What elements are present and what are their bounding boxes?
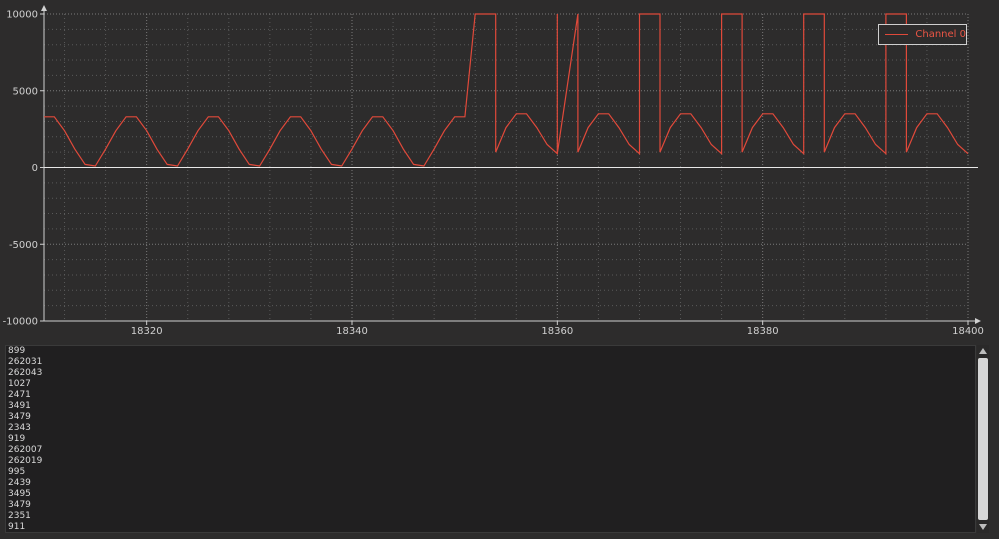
y-tick-label: -5000 — [9, 240, 38, 251]
x-tick-label: 18360 — [541, 326, 573, 337]
x-tick-label: 18320 — [131, 326, 163, 337]
log-line: 899 — [8, 346, 26, 356]
log-line: 1027 — [8, 379, 31, 389]
log-line: 2343 — [8, 423, 31, 433]
plot-panel[interactable]: 18320 18340 18360 18380 18400 -10000 -5000 0 500… — [0, 0, 999, 343]
log-line: 2351 — [8, 511, 31, 521]
series-line-channel-0 — [44, 13, 969, 167]
log-line: 2471 — [8, 390, 31, 400]
legend-swatch — [885, 34, 909, 35]
x-tick-label: 18340 — [336, 326, 368, 337]
legend-label: Channel 0 — [915, 29, 966, 40]
log-line: 262043 — [8, 368, 43, 378]
log-line: 3495 — [8, 489, 31, 499]
log-line: 919 — [8, 434, 26, 444]
y-tick-label: 10000 — [6, 10, 38, 21]
log-line: 262031 — [8, 357, 43, 367]
y-tick-label: -10000 — [3, 317, 38, 328]
scroll-thumb[interactable] — [978, 358, 988, 520]
log-line: 911 — [8, 522, 26, 532]
x-tick-label: 18400 — [952, 326, 984, 337]
scroll-up-arrow-icon[interactable] — [977, 345, 989, 357]
log-line: 3479 — [8, 412, 31, 422]
x-tick-label: 18380 — [747, 326, 779, 337]
log-line: 3491 — [8, 401, 31, 411]
log-scrollbar[interactable] — [977, 345, 989, 533]
y-tick-label: 0 — [32, 163, 38, 174]
chart-svg[interactable]: 18320 18340 18360 18380 18400 -10000 -5000 0 500… — [0, 0, 999, 343]
log-line: 995 — [8, 467, 26, 477]
legend: Channel 0 — [878, 24, 967, 45]
y-tick-label: 5000 — [13, 86, 38, 97]
scroll-down-arrow-icon[interactable] — [977, 521, 989, 533]
log-line: 262007 — [8, 445, 43, 455]
y-axis-arrow-icon — [41, 5, 47, 11]
log-panel[interactable]: 899 262031 262043 1027 2471 3491 3479 2343 919 26… — [5, 345, 976, 533]
log-line: 262019 — [8, 456, 43, 466]
x-axis-arrow-icon — [975, 318, 981, 324]
log-list: 899 262031 262043 1027 2471 3491 3479 2343 919 26… — [6, 346, 975, 532]
log-line: 3479 — [8, 500, 31, 510]
log-line: 2439 — [8, 478, 31, 488]
